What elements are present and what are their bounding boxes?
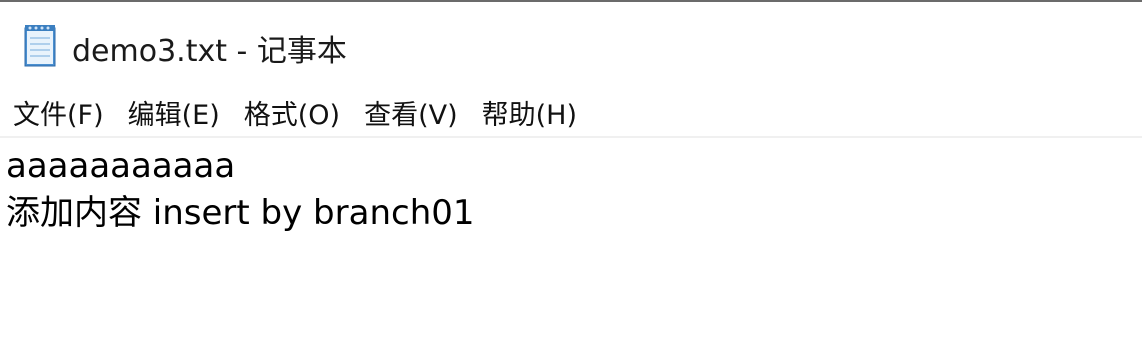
menu-help[interactable]: 帮助(H) — [482, 93, 577, 132]
menu-format[interactable]: 格式(O) — [244, 93, 340, 132]
window-title: demo3.txt - 记事本 — [72, 34, 347, 69]
notepad-icon — [24, 25, 56, 67]
notepad-window: demo3.txt - 记事本 文件(F) 编辑(E) 格式(O) 查看(V) … — [0, 0, 1142, 364]
menu-bar: 文件(F) 编辑(E) 格式(O) 查看(V) 帮助(H) — [0, 88, 1142, 136]
menu-view[interactable]: 查看(V) — [364, 93, 458, 132]
title-bar[interactable]: demo3.txt - 记事本 — [0, 2, 1142, 88]
menu-edit[interactable]: 编辑(E) — [128, 93, 220, 132]
editor-line[interactable]: 添加内容 insert by branch01 — [6, 190, 1142, 237]
text-editor[interactable]: aaaaaaaaaaa 添加内容 insert by branch01 — [0, 143, 1142, 364]
menu-divider — [0, 136, 1142, 138]
menu-file[interactable]: 文件(F) — [13, 93, 104, 132]
editor-line[interactable]: aaaaaaaaaaa — [6, 143, 1142, 190]
